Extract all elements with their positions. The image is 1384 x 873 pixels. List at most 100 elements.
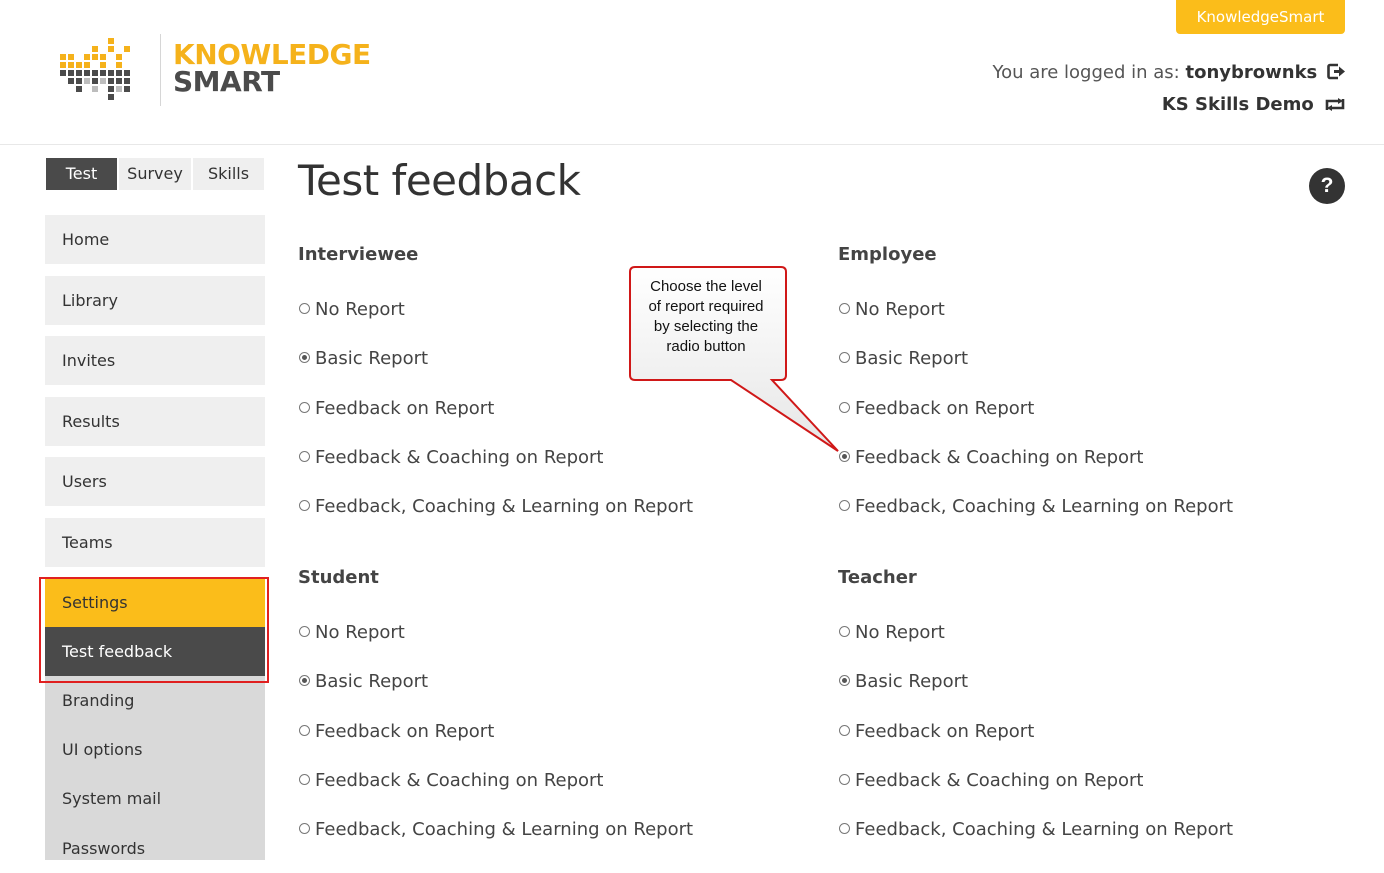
sidebar-item-invites[interactable]: Invites <box>45 336 265 385</box>
sidebar-item-teams[interactable]: Teams <box>45 518 265 567</box>
sidebar-item-users[interactable]: Users <box>45 457 265 506</box>
student-option-feedback-coaching-learning[interactable]: Feedback, Coaching & Learning on Report <box>299 819 693 841</box>
radio-icon[interactable] <box>839 402 850 413</box>
option-label: Feedback & Coaching on Report <box>315 770 604 791</box>
tenant-info: KS Skills Demo <box>1162 94 1346 115</box>
logo-wordmark: KNOWLEDGE SMART <box>173 38 371 98</box>
logged-in-info: You are logged in as: tonybrownks <box>992 62 1346 83</box>
option-label: Feedback on Report <box>855 721 1035 742</box>
callout-line: Choose the level <box>650 278 762 295</box>
option-label: Feedback on Report <box>315 721 495 742</box>
logout-icon[interactable] <box>1327 63 1346 80</box>
highlight-box <box>39 577 269 683</box>
student-option-basic-report[interactable]: Basic Report <box>299 671 428 693</box>
option-label: Basic Report <box>315 348 429 369</box>
option-label: Basic Report <box>315 671 429 692</box>
sidebar-subitem-ui-options[interactable]: UI options <box>45 725 265 774</box>
callout-line: radio button <box>666 338 746 355</box>
radio-icon[interactable] <box>839 774 850 785</box>
callout-line: of report required <box>648 298 764 315</box>
tab-survey[interactable]: Survey <box>119 158 191 190</box>
interviewee-option-feedback[interactable]: Feedback on Report <box>299 398 494 420</box>
radio-icon[interactable] <box>299 823 310 834</box>
callout-text: Choose the level of report required by s… <box>633 277 779 357</box>
tab-skills[interactable]: Skills <box>193 158 264 190</box>
logo-line-knowledge: KNOWLEDGE <box>173 38 371 71</box>
radio-icon[interactable] <box>839 352 850 363</box>
group-title-student: Student <box>298 567 379 588</box>
option-label: No Report <box>315 299 405 320</box>
group-title-teacher: Teacher <box>838 567 917 588</box>
radio-icon[interactable] <box>299 451 310 462</box>
radio-icon[interactable] <box>839 725 850 736</box>
sidebar-item-home[interactable]: Home <box>45 215 265 264</box>
option-label: No Report <box>315 622 405 643</box>
sidebar-subitem-system-mail[interactable]: System mail <box>45 774 265 823</box>
tenant-name: KS Skills Demo <box>1161 94 1314 115</box>
option-label: Basic Report <box>855 671 969 692</box>
teacher-option-feedback[interactable]: Feedback on Report <box>839 721 1034 743</box>
teacher-option-no-report[interactable]: No Report <box>839 622 945 644</box>
help-icon[interactable]: ? <box>1309 168 1345 204</box>
logo-bars-icon <box>60 38 130 100</box>
radio-icon[interactable] <box>839 500 850 511</box>
radio-icon[interactable] <box>299 303 310 314</box>
student-option-feedback-coaching[interactable]: Feedback & Coaching on Report <box>299 770 603 792</box>
group-title-interviewee: Interviewee <box>298 244 419 265</box>
radio-checked-icon[interactable] <box>839 451 850 462</box>
group-title-employee: Employee <box>838 244 937 265</box>
radio-icon[interactable] <box>299 725 310 736</box>
employee-option-feedback-coaching[interactable]: Feedback & Coaching on Report <box>839 447 1143 469</box>
teacher-option-basic-report[interactable]: Basic Report <box>839 671 968 693</box>
sidebar-subitem-branding[interactable]: Branding <box>45 676 265 725</box>
interviewee-option-feedback-coaching-learning[interactable]: Feedback, Coaching & Learning on Report <box>299 496 693 518</box>
radio-checked-icon[interactable] <box>299 675 310 686</box>
sidebar-subitem-passwords[interactable]: Passwords <box>45 824 265 860</box>
employee-option-no-report[interactable]: No Report <box>839 299 945 321</box>
option-label: Feedback & Coaching on Report <box>855 770 1144 791</box>
interviewee-option-feedback-coaching[interactable]: Feedback & Coaching on Report <box>299 447 603 469</box>
option-label: Basic Report <box>855 348 969 369</box>
employee-option-basic-report[interactable]: Basic Report <box>839 348 968 370</box>
callout-line: by selecting the <box>653 318 759 335</box>
page-title: Test feedback <box>298 156 581 205</box>
radio-icon[interactable] <box>839 626 850 637</box>
teacher-option-feedback-coaching[interactable]: Feedback & Coaching on Report <box>839 770 1143 792</box>
radio-checked-icon[interactable] <box>839 675 850 686</box>
student-option-feedback[interactable]: Feedback on Report <box>299 721 494 743</box>
logged-in-label: You are logged in as: <box>992 62 1180 83</box>
interviewee-option-no-report[interactable]: No Report <box>299 299 405 321</box>
sidebar-item-library[interactable]: Library <box>45 276 265 325</box>
radio-icon[interactable] <box>839 303 850 314</box>
option-label: Feedback, Coaching & Learning on Report <box>315 496 694 517</box>
option-label: Feedback & Coaching on Report <box>315 447 604 468</box>
radio-icon[interactable] <box>299 774 310 785</box>
tab-test[interactable]: Test <box>46 158 117 190</box>
teacher-option-feedback-coaching-learning[interactable]: Feedback, Coaching & Learning on Report <box>839 819 1233 841</box>
username: tonybrownks <box>1185 62 1318 83</box>
header: KNOWLEDGE SMART KnowledgeSmart You are l… <box>0 0 1384 145</box>
interviewee-option-basic-report[interactable]: Basic Report <box>299 348 428 370</box>
radio-icon[interactable] <box>839 823 850 834</box>
logo-divider <box>160 34 161 106</box>
employee-option-feedback[interactable]: Feedback on Report <box>839 398 1034 420</box>
radio-icon[interactable] <box>299 500 310 511</box>
student-option-no-report[interactable]: No Report <box>299 622 405 644</box>
radio-icon[interactable] <box>299 626 310 637</box>
option-label: No Report <box>855 622 945 643</box>
employee-option-feedback-coaching-learning[interactable]: Feedback, Coaching & Learning on Report <box>839 496 1233 518</box>
option-label: No Report <box>855 299 945 320</box>
knowledgesmart-button[interactable]: KnowledgeSmart <box>1176 0 1345 34</box>
sidebar-item-results[interactable]: Results <box>45 397 265 446</box>
option-label: Feedback on Report <box>315 398 495 419</box>
option-label: Feedback, Coaching & Learning on Report <box>315 819 694 840</box>
option-label: Feedback, Coaching & Learning on Report <box>855 496 1234 517</box>
switch-tenant-icon[interactable] <box>1324 97 1346 112</box>
option-label: Feedback on Report <box>855 398 1035 419</box>
knowledgesmart-logo[interactable]: KNOWLEDGE SMART <box>60 34 371 106</box>
radio-icon[interactable] <box>299 402 310 413</box>
option-label: Feedback & Coaching on Report <box>855 447 1144 468</box>
option-label: Feedback, Coaching & Learning on Report <box>855 819 1234 840</box>
radio-checked-icon[interactable] <box>299 352 310 363</box>
logo-line-smart: SMART <box>173 65 280 98</box>
